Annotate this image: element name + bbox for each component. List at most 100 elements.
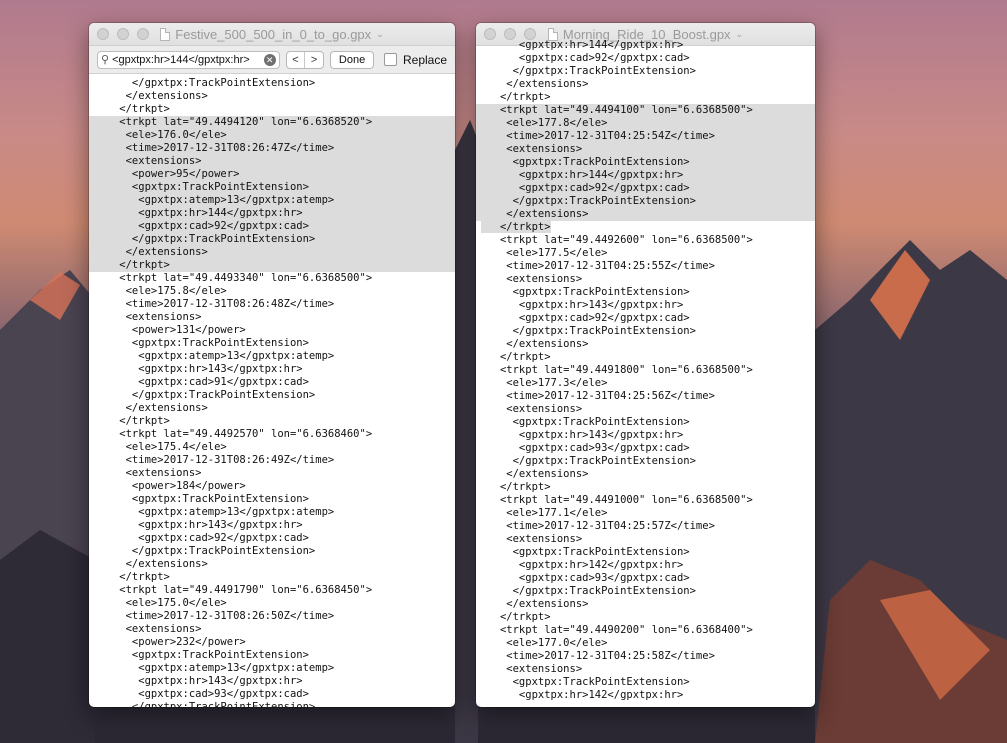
code-line[interactable]: </gpxtpx:TrackPointExtension> bbox=[476, 195, 815, 208]
code-line[interactable]: </extensions> bbox=[89, 402, 455, 415]
code-line[interactable]: <ele>176.0</ele> bbox=[89, 129, 455, 142]
code-line[interactable]: <gpxtpx:cad>91</gpxtpx:cad> bbox=[89, 376, 455, 389]
code-line[interactable]: <time>2017-12-31T08:26:49Z</time> bbox=[89, 454, 455, 467]
code-line[interactable]: </gpxtpx:TrackPointExtension> bbox=[89, 701, 455, 707]
title-bar[interactable]: Festive_500_500_in_0_to_go.gpx ⌄ bbox=[89, 23, 455, 46]
code-line[interactable]: <gpxtpx:atemp>13</gpxtpx:atemp> bbox=[89, 194, 455, 207]
code-line[interactable]: <gpxtpx:cad>93</gpxtpx:cad> bbox=[476, 572, 815, 585]
code-line[interactable]: <trkpt lat="49.4494120" lon="6.6368520"> bbox=[89, 116, 455, 129]
code-line[interactable]: <power>232</power> bbox=[89, 636, 455, 649]
code-line[interactable]: <trkpt lat="49.4494100" lon="6.6368500"> bbox=[476, 104, 815, 117]
code-line[interactable]: </extensions> bbox=[89, 90, 455, 103]
code-line[interactable]: <time>2017-12-31T04:25:56Z</time> bbox=[476, 390, 815, 403]
code-line[interactable]: <extensions> bbox=[89, 155, 455, 168]
code-line[interactable]: <ele>175.4</ele> bbox=[89, 441, 455, 454]
find-input[interactable]: ⚲ <gpxtpx:hr>144</gpxtpx:hr> ✕ bbox=[97, 50, 280, 69]
code-line[interactable]: <gpxtpx:hr>142</gpxtpx:hr> bbox=[476, 689, 815, 701]
code-line[interactable]: <gpxtpx:hr>144</gpxtpx:hr> bbox=[476, 39, 815, 52]
code-line[interactable]: </extensions> bbox=[476, 78, 815, 91]
code-line[interactable]: <extensions> bbox=[89, 467, 455, 480]
code-line[interactable]: <gpxtpx:hr>143</gpxtpx:hr> bbox=[89, 363, 455, 376]
code-line[interactable]: </gpxtpx:TrackPointExtension> bbox=[476, 585, 815, 598]
code-line[interactable]: <gpxtpx:atemp>13</gpxtpx:atemp> bbox=[89, 350, 455, 363]
code-line[interactable]: <extensions> bbox=[476, 403, 815, 416]
chevron-down-icon[interactable]: ⌄ bbox=[376, 29, 384, 40]
code-line[interactable]: <extensions> bbox=[89, 311, 455, 324]
code-line[interactable]: <gpxtpx:cad>93</gpxtpx:cad> bbox=[476, 442, 815, 455]
code-line[interactable]: </trkpt> bbox=[89, 571, 455, 584]
code-line[interactable]: </extensions> bbox=[476, 338, 815, 351]
find-previous-button[interactable]: < bbox=[287, 52, 305, 68]
code-line[interactable]: <gpxtpx:hr>144</gpxtpx:hr> bbox=[89, 207, 455, 220]
code-line[interactable]: <gpxtpx:cad>92</gpxtpx:cad> bbox=[89, 532, 455, 545]
code-line[interactable]: <gpxtpx:hr>143</gpxtpx:hr> bbox=[476, 299, 815, 312]
code-line[interactable]: <ele>177.3</ele> bbox=[476, 377, 815, 390]
code-line[interactable]: <power>131</power> bbox=[89, 324, 455, 337]
code-line[interactable]: <gpxtpx:TrackPointExtension> bbox=[89, 493, 455, 506]
code-line[interactable]: </extensions> bbox=[89, 558, 455, 571]
code-line[interactable]: <gpxtpx:TrackPointExtension> bbox=[476, 676, 815, 689]
code-view[interactable]: </gpxtpx:TrackPointExtension> </extensio… bbox=[89, 74, 455, 707]
code-line[interactable]: <gpxtpx:hr>143</gpxtpx:hr> bbox=[476, 429, 815, 442]
code-line[interactable]: <extensions> bbox=[476, 273, 815, 286]
clear-search-icon[interactable]: ✕ bbox=[263, 53, 276, 66]
code-line[interactable]: <trkpt lat="49.4492570" lon="6.6368460"> bbox=[89, 428, 455, 441]
code-line[interactable]: <gpxtpx:cad>93</gpxtpx:cad> bbox=[89, 688, 455, 701]
code-line[interactable]: <gpxtpx:hr>142</gpxtpx:hr> bbox=[476, 559, 815, 572]
code-line[interactable]: <trkpt lat="49.4491790" lon="6.6368450"> bbox=[89, 584, 455, 597]
code-line[interactable]: </gpxtpx:TrackPointExtension> bbox=[89, 545, 455, 558]
code-line[interactable]: <gpxtpx:hr>143</gpxtpx:hr> bbox=[89, 675, 455, 688]
code-line[interactable]: <gpxtpx:atemp>13</gpxtpx:atemp> bbox=[89, 662, 455, 675]
code-line[interactable]: </trkpt> bbox=[476, 221, 815, 234]
code-line[interactable]: <time>2017-12-31T08:26:48Z</time> bbox=[89, 298, 455, 311]
code-line[interactable]: <ele>177.1</ele> bbox=[476, 507, 815, 520]
code-line[interactable]: </trkpt> bbox=[476, 611, 815, 624]
code-line[interactable]: <extensions> bbox=[476, 143, 815, 156]
code-line[interactable]: </trkpt> bbox=[476, 481, 815, 494]
code-line[interactable]: <time>2017-12-31T04:25:57Z</time> bbox=[476, 520, 815, 533]
search-icon[interactable]: ⚲ bbox=[101, 53, 109, 66]
code-line[interactable]: </trkpt> bbox=[89, 415, 455, 428]
code-line[interactable]: <gpxtpx:hr>143</gpxtpx:hr> bbox=[89, 519, 455, 532]
code-line[interactable]: <time>2017-12-31T08:26:50Z</time> bbox=[89, 610, 455, 623]
find-input-value[interactable]: <gpxtpx:hr>144</gpxtpx:hr> bbox=[112, 54, 261, 66]
code-line[interactable]: <ele>177.5</ele> bbox=[476, 247, 815, 260]
code-line[interactable]: </trkpt> bbox=[89, 103, 455, 116]
code-line[interactable]: </extensions> bbox=[476, 598, 815, 611]
code-line[interactable]: <time>2017-12-31T04:25:54Z</time> bbox=[476, 130, 815, 143]
code-line[interactable]: <ele>177.8</ele> bbox=[476, 117, 815, 130]
minimize-window-button[interactable] bbox=[117, 28, 129, 40]
zoom-window-button[interactable] bbox=[137, 28, 149, 40]
code-line[interactable]: <gpxtpx:TrackPointExtension> bbox=[476, 546, 815, 559]
code-line[interactable]: <gpxtpx:TrackPointExtension> bbox=[476, 416, 815, 429]
code-line[interactable]: <ele>175.8</ele> bbox=[89, 285, 455, 298]
code-line[interactable]: <gpxtpx:cad>92</gpxtpx:cad> bbox=[476, 312, 815, 325]
code-line[interactable]: </gpxtpx:TrackPointExtension> bbox=[89, 233, 455, 246]
code-line[interactable]: <time>2017-12-31T08:26:47Z</time> bbox=[89, 142, 455, 155]
code-line[interactable]: <power>184</power> bbox=[89, 480, 455, 493]
find-next-button[interactable]: > bbox=[304, 51, 323, 68]
code-line[interactable]: <gpxtpx:hr>144</gpxtpx:hr> bbox=[476, 169, 815, 182]
code-line[interactable]: </extensions> bbox=[89, 246, 455, 259]
code-line[interactable]: </gpxtpx:TrackPointExtension> bbox=[89, 389, 455, 402]
replace-checkbox[interactable] bbox=[384, 53, 397, 66]
code-line[interactable]: <ele>177.0</ele> bbox=[476, 637, 815, 650]
chevron-down-icon[interactable]: ⌄ bbox=[736, 29, 744, 40]
code-line[interactable]: <trkpt lat="49.4492600" lon="6.6368500"> bbox=[476, 234, 815, 247]
code-line[interactable]: </gpxtpx:TrackPointExtension> bbox=[476, 325, 815, 338]
code-line[interactable]: <gpxtpx:TrackPointExtension> bbox=[89, 649, 455, 662]
code-line[interactable]: <gpxtpx:TrackPointExtension> bbox=[89, 337, 455, 350]
code-line[interactable]: <time>2017-12-31T04:25:58Z</time> bbox=[476, 650, 815, 663]
code-line[interactable]: </extensions> bbox=[476, 208, 815, 221]
code-line[interactable]: <trkpt lat="49.4490200" lon="6.6368400"> bbox=[476, 624, 815, 637]
code-line[interactable]: <gpxtpx:cad>92</gpxtpx:cad> bbox=[476, 52, 815, 65]
code-line[interactable]: <extensions> bbox=[89, 623, 455, 636]
window-title[interactable]: Festive_500_500_in_0_to_go.gpx ⌄ bbox=[160, 27, 384, 42]
code-line[interactable]: </trkpt> bbox=[89, 259, 455, 272]
code-line[interactable]: <trkpt lat="49.4493340" lon="6.6368500"> bbox=[89, 272, 455, 285]
code-line[interactable]: <gpxtpx:TrackPointExtension> bbox=[89, 181, 455, 194]
code-line[interactable]: </trkpt> bbox=[476, 351, 815, 364]
code-line[interactable]: <gpxtpx:cad>92</gpxtpx:cad> bbox=[476, 182, 815, 195]
code-line[interactable]: </gpxtpx:TrackPointExtension> bbox=[476, 455, 815, 468]
code-line[interactable]: <extensions> bbox=[476, 533, 815, 546]
